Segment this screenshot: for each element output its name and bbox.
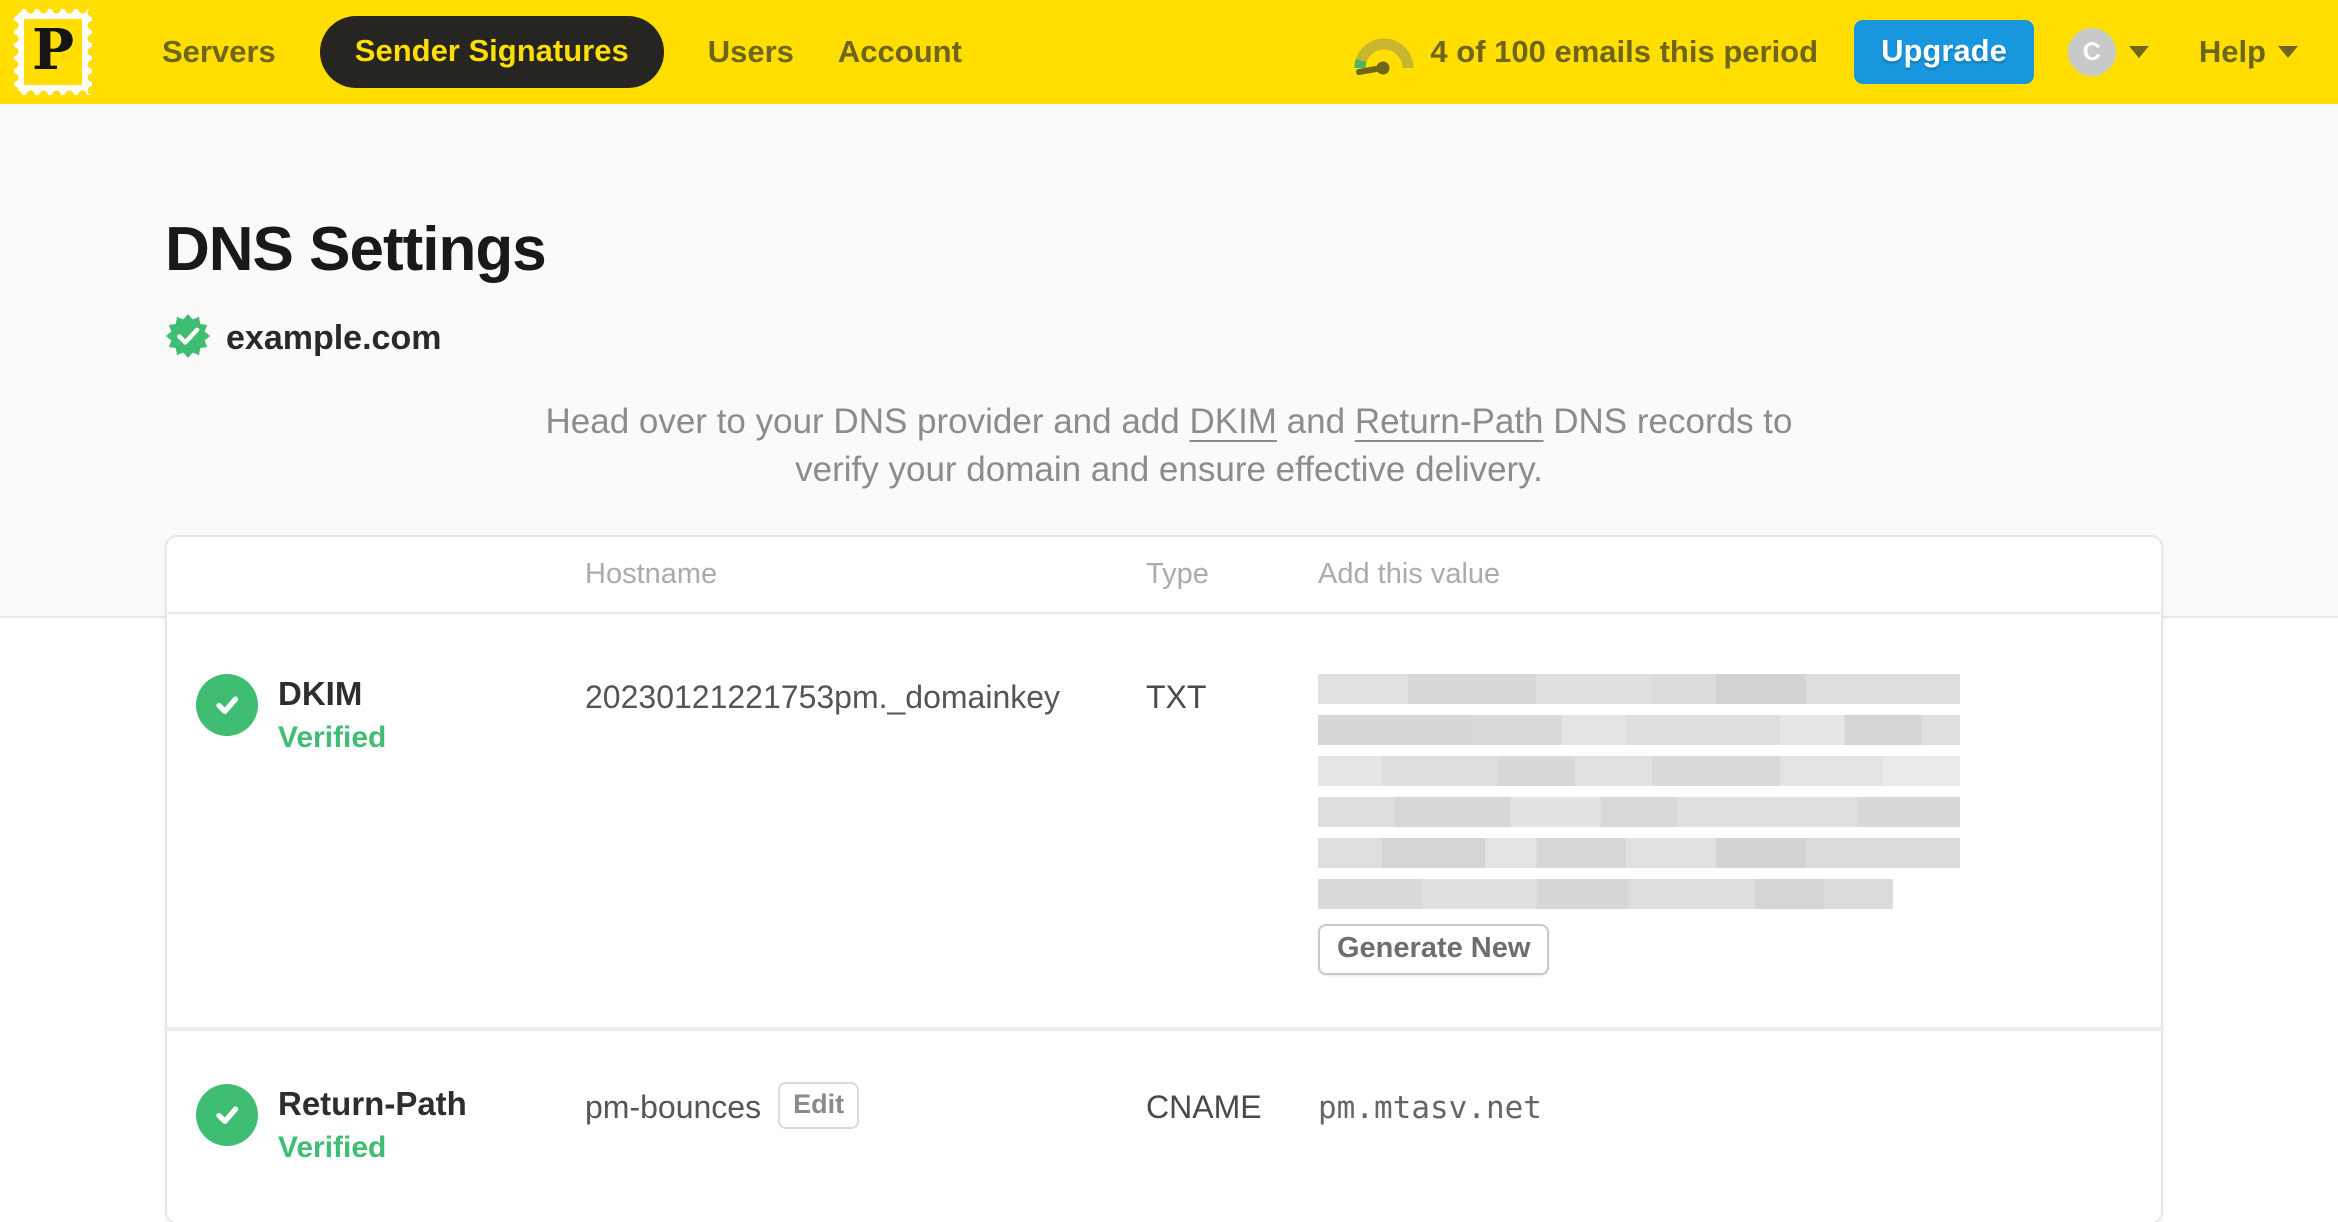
upgrade-button[interactable]: Upgrade — [1854, 20, 2034, 84]
return-path-status-cell: Return-Path Verified — [167, 1084, 585, 1165]
intro-line2: verify your domain and ensure effective … — [795, 449, 1543, 489]
record-name: DKIM — [278, 675, 363, 712]
redacted-value-line — [1318, 797, 1960, 827]
return-path-hostname-cell: pm-bounces Edit — [585, 1082, 1146, 1165]
nav-item-users[interactable]: Users — [708, 34, 794, 70]
help-menu[interactable]: Help — [2199, 34, 2298, 70]
nav-item-sender-signatures[interactable]: Sender Signatures — [319, 16, 664, 88]
avatar: C — [2067, 28, 2116, 76]
status-badge: Verified — [278, 1131, 387, 1164]
usage-meter-link[interactable]: 4 of 100 emails this period — [1352, 28, 1818, 76]
postmark-stamp-logo[interactable]: P — [8, 3, 98, 101]
redacted-value-line — [1318, 879, 1893, 909]
dns-records-card: Hostname Type Add this value DKIM Verifi… — [165, 535, 2163, 1222]
header-value: Add this value — [1318, 558, 1501, 590]
status-badge: Verified — [278, 721, 387, 754]
return-path-hostname: pm-bounces — [585, 1089, 762, 1125]
intro-and: and — [1276, 402, 1355, 441]
stamp-inner: P — [24, 19, 82, 85]
table-row-return-path: Return-Path Verified pm-bounces Edit CNA… — [167, 1031, 2161, 1222]
redacted-value-line — [1318, 715, 1960, 745]
nav-item-account[interactable]: Account — [838, 34, 962, 70]
check-circle-icon — [196, 1084, 258, 1146]
stamp-perforation — [11, 3, 95, 15]
dkim-status-cell: DKIM Verified — [167, 674, 585, 975]
dkim-link[interactable]: DKIM — [1189, 402, 1277, 441]
chevron-down-icon — [2128, 46, 2149, 58]
table-header-row: Hostname Type Add this value — [167, 537, 2161, 614]
topbar-right-group: 4 of 100 emails this period Upgrade C He… — [1352, 20, 2298, 84]
dkim-value-cell: Generate New — [1318, 674, 2161, 975]
usage-text: 4 of 100 emails this period — [1430, 34, 1819, 69]
return-path-link[interactable]: Return-Path — [1355, 402, 1544, 441]
dkim-type: TXT — [1146, 679, 1207, 715]
table-row-dkim: DKIM Verified 20230121221753pm._domainke… — [167, 614, 2161, 1027]
return-path-value: pm.mtasv.net — [1318, 1090, 1542, 1126]
verified-domain: example.com — [165, 313, 2338, 364]
header-type: Type — [1146, 558, 1209, 590]
return-path-labels: Return-Path Verified — [278, 1084, 467, 1165]
check-circle-icon — [196, 674, 258, 736]
intro-pre: Head over to your DNS provider and add — [545, 402, 1190, 441]
logo-letter: P — [31, 17, 75, 83]
account-avatar-menu[interactable]: C — [2067, 28, 2149, 76]
generate-new-button[interactable]: Generate New — [1318, 924, 1550, 975]
redacted-value-line — [1318, 756, 1960, 786]
dkim-labels: DKIM Verified — [278, 674, 386, 755]
redacted-value-line — [1318, 838, 1960, 868]
stamp-perforation — [86, 6, 98, 98]
page-title: DNS Settings — [165, 215, 547, 284]
top-navigation-bar: P Servers Sender Signatures Users Accoun… — [0, 0, 2338, 104]
edit-button[interactable]: Edit — [778, 1082, 860, 1129]
header-hostname: Hostname — [585, 558, 718, 590]
verified-seal-icon — [165, 313, 211, 364]
return-path-type: CNAME — [1146, 1089, 1262, 1125]
domain-name: example.com — [226, 319, 442, 357]
redacted-value-line — [1318, 674, 1960, 704]
stamp-perforation — [11, 89, 95, 101]
intro-post: DNS records to — [1543, 402, 1793, 441]
stamp-perforation — [8, 6, 20, 98]
nav-item-servers[interactable]: Servers — [162, 34, 276, 70]
record-name: Return-Path — [278, 1085, 467, 1122]
dkim-hostname: 20230121221753pm._domainkey — [585, 679, 1061, 715]
chevron-down-icon — [2278, 46, 2298, 58]
intro-text: Head over to your DNS provider and add D… — [519, 398, 1819, 493]
help-label: Help — [2198, 34, 2266, 69]
primary-nav: Servers Sender Signatures Users Account — [162, 16, 962, 88]
usage-gauge-icon — [1352, 28, 1416, 76]
